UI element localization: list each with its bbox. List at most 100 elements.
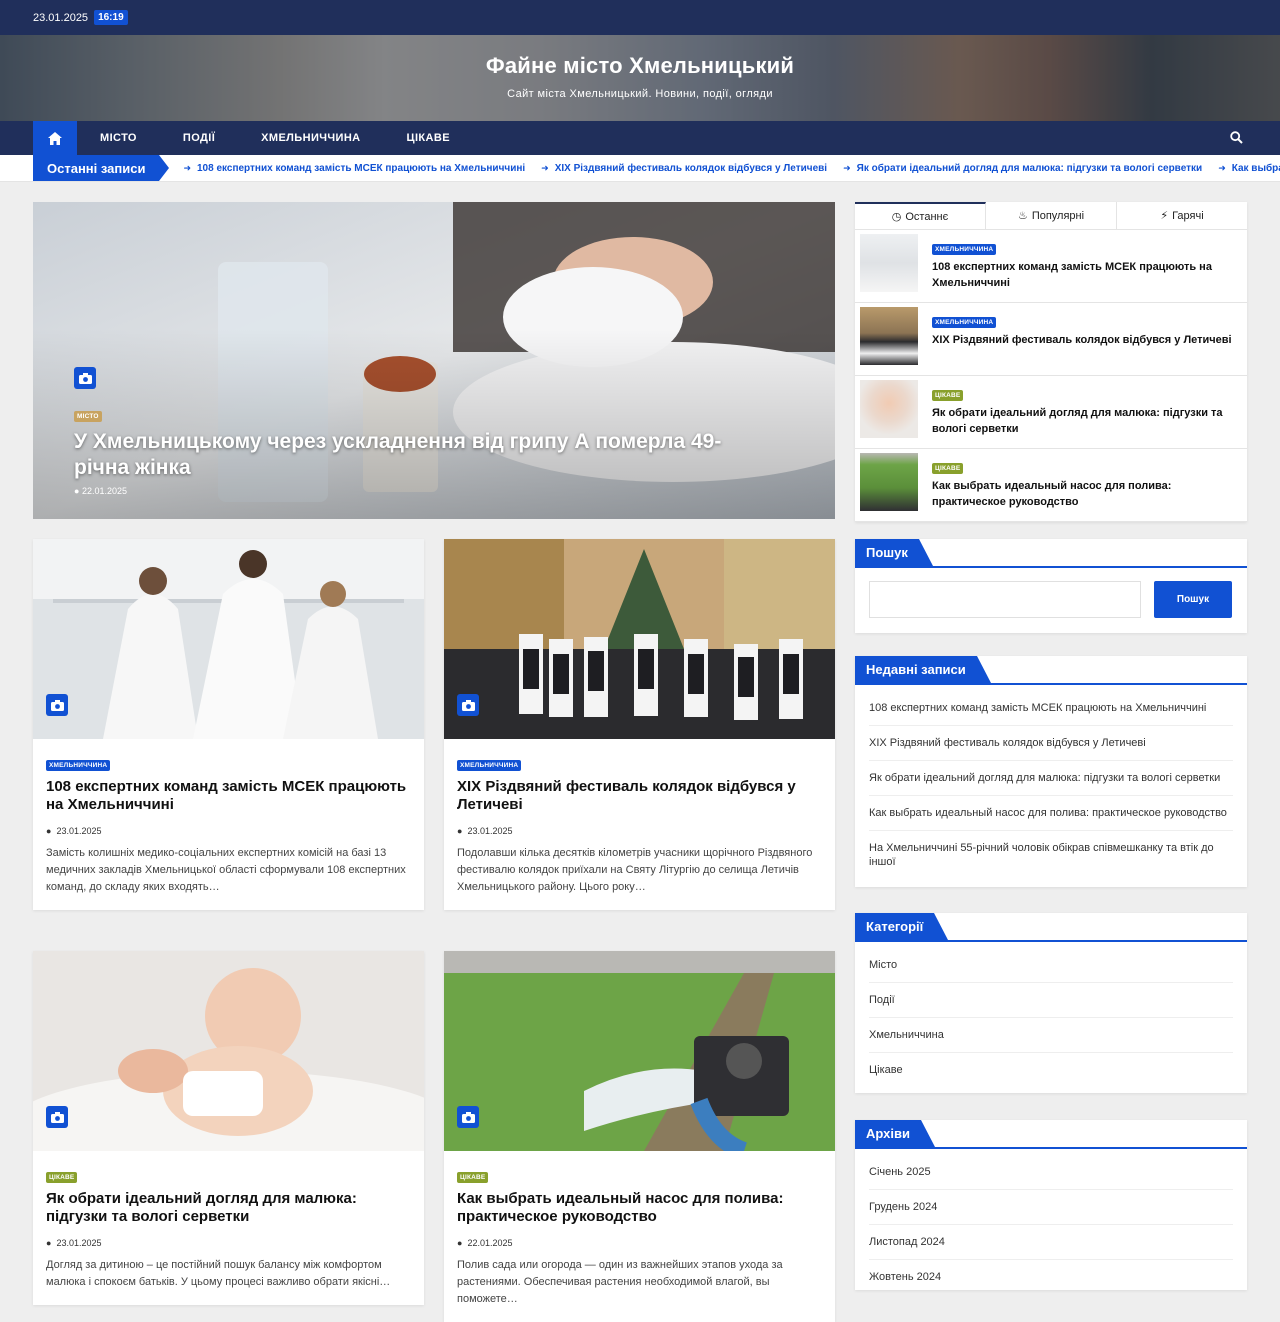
main-nav: МІСТО ПОДІЇ ХМЕЛЬНИЧЧИНА ЦІКАВЕ xyxy=(0,121,1280,155)
post-excerpt: Замість колишніх медико-соціальних експе… xyxy=(46,847,406,893)
main-content: МІСТО У Хмельницькому через ускладнення … xyxy=(33,202,835,1322)
post-thumbnail[interactable] xyxy=(860,380,918,438)
hero-category-badge[interactable]: МІСТО xyxy=(74,411,102,422)
current-time: 16:19 xyxy=(94,10,128,25)
tab-post-item[interactable]: ХМЕЛЬНИЧЧИНА XIX Різдвяний фестиваль коля… xyxy=(855,303,1247,376)
nav-item-tsikave[interactable]: ЦІКАВЕ xyxy=(384,132,473,144)
tab-post-item[interactable]: ХМЕЛЬНИЧЧИНА 108 експертних команд заміст… xyxy=(855,230,1247,303)
post-title[interactable]: 108 експертних команд замість МСЕК працю… xyxy=(932,259,1242,291)
ticker-item[interactable]: Як обрати ідеальний догляд для малюка: п… xyxy=(843,163,1203,174)
tab-latest[interactable]: ◷ Останнє xyxy=(855,202,986,229)
post-image[interactable] xyxy=(444,539,835,739)
recent-post-link[interactable]: 108 експертних команд замість МСЕК працю… xyxy=(869,691,1233,726)
nav-item-khmelnychchyna[interactable]: ХМЕЛЬНИЧЧИНА xyxy=(238,132,383,144)
post-image[interactable] xyxy=(33,539,424,739)
post-excerpt: Догляд за дитиною – це постійний пошук б… xyxy=(46,1259,391,1288)
recent-post-link[interactable]: Як обрати ідеальний догляд для малюка: п… xyxy=(869,761,1233,796)
clock-icon: ● xyxy=(457,826,463,836)
post-date-text: 23.01.2025 xyxy=(56,1238,102,1248)
current-date: 23.01.2025 xyxy=(33,11,89,24)
tab-hot[interactable]: ⚡ Гарячі xyxy=(1117,202,1247,229)
category-link[interactable]: Місто xyxy=(869,948,1233,983)
ticker-item[interactable]: Как выбрать иде xyxy=(1218,163,1280,174)
post-date: ● 23.01.2025 xyxy=(46,826,411,836)
post-title[interactable]: XIX Різдвяний фестиваль колядок відбувся… xyxy=(457,778,822,814)
categories-widget: Категорії Місто Події Хмельниччина Цікав… xyxy=(855,913,1247,1093)
post-image[interactable] xyxy=(33,951,424,1151)
clock-icon: ● xyxy=(46,826,52,836)
hero-title[interactable]: У Хмельницькому через ускладнення від гр… xyxy=(74,429,774,481)
featured-post[interactable]: МІСТО У Хмельницькому через ускладнення … xyxy=(33,202,835,519)
post-title[interactable]: XIX Різдвяний фестиваль колядок відбувся… xyxy=(932,332,1232,348)
post-title[interactable]: Как выбрать идеальный насос для полива: … xyxy=(457,1190,822,1226)
post-title[interactable]: Як обрати ідеальний догляд для малюка: п… xyxy=(46,1190,411,1226)
home-icon xyxy=(48,131,62,145)
clock-icon: ● xyxy=(74,486,80,496)
recent-post-link[interactable]: На Хмельниччині 55-річний чоловік обікра… xyxy=(869,831,1233,879)
post-category-badge[interactable]: ХМЕЛЬНИЧЧИНА xyxy=(932,244,997,255)
post-date-text: 23.01.2025 xyxy=(56,826,102,836)
posts-tabs: ◷ Останнє ♨ Популярні ⚡ Гарячі ХМЕЛЬНИЧЧ… xyxy=(855,202,1247,522)
home-button[interactable] xyxy=(33,121,77,155)
post-category-badge[interactable]: ЦІКАВЕ xyxy=(457,1172,489,1183)
post-card[interactable]: ЦІКАВЕ Как выбрать идеальный насос для п… xyxy=(444,951,835,1322)
camera-icon xyxy=(46,1106,68,1128)
site-header: Файне місто Хмельницький Сайт міста Хмел… xyxy=(0,35,1280,121)
tab-popular[interactable]: ♨ Популярні xyxy=(986,202,1117,229)
tab-post-item[interactable]: ЦІКАВЕ Як обрати ідеальний догляд для мал… xyxy=(855,376,1247,449)
archive-link[interactable]: Січень 2025 xyxy=(869,1155,1233,1190)
post-category-badge[interactable]: ЦІКАВЕ xyxy=(932,390,964,401)
archive-link[interactable]: Жовтень 2024 xyxy=(869,1260,1233,1290)
search-button[interactable]: Пошук xyxy=(1154,581,1232,618)
site-tagline: Сайт міста Хмельницький. Новини, події, … xyxy=(507,88,773,100)
post-card[interactable]: ХМЕЛЬНИЧЧИНА 108 експертних команд заміс… xyxy=(33,539,424,910)
post-title[interactable]: Як обрати ідеальний догляд для малюка: п… xyxy=(932,405,1242,437)
post-card[interactable]: ХМЕЛЬНИЧЧИНА XIX Різдвяний фестиваль кол… xyxy=(444,539,835,910)
post-card[interactable]: ЦІКАВЕ Як обрати ідеальний догляд для ма… xyxy=(33,951,424,1305)
recent-post-link[interactable]: Как выбрать идеальный насос для полива: … xyxy=(869,796,1233,831)
latest-ticker: Останні записи 108 експертних команд зам… xyxy=(0,155,1280,182)
post-image[interactable] xyxy=(444,951,835,1151)
post-category-badge[interactable]: ХМЕЛЬНИЧЧИНА xyxy=(457,760,522,771)
tab-post-item[interactable]: ЦІКАВЕ Как выбрать идеальный насос для по… xyxy=(855,449,1247,522)
camera-icon xyxy=(457,694,479,716)
post-title[interactable]: 108 експертних команд замість МСЕК працю… xyxy=(46,778,411,814)
post-title[interactable]: Как выбрать идеальный насос для полива: … xyxy=(932,478,1242,510)
search-icon[interactable] xyxy=(1230,131,1243,144)
bolt-icon: ⚡ xyxy=(1160,210,1169,222)
widget-title: Категорії xyxy=(855,913,949,940)
nav-item-podii[interactable]: ПОДІЇ xyxy=(160,132,238,144)
post-category-badge[interactable]: ЦІКАВЕ xyxy=(932,463,964,474)
post-date: ● 22.01.2025 xyxy=(457,1238,822,1248)
widget-title: Недавні записи xyxy=(855,656,991,683)
camera-icon xyxy=(74,367,96,389)
ticker-item[interactable]: XIX Різдвяний фестиваль колядок відбувся… xyxy=(541,163,827,174)
camera-icon xyxy=(457,1106,479,1128)
hero-date: ● 22.01.2025 xyxy=(74,486,127,496)
fire-icon: ♨ xyxy=(1017,210,1028,222)
post-date-text: 22.01.2025 xyxy=(467,1238,513,1248)
post-thumbnail[interactable] xyxy=(860,453,918,511)
post-thumbnail[interactable] xyxy=(860,307,918,365)
nav-item-misto[interactable]: МІСТО xyxy=(77,132,160,144)
post-excerpt: Полив сада или огорода — один из важнейш… xyxy=(457,1259,783,1305)
archive-link[interactable]: Листопад 2024 xyxy=(869,1225,1233,1260)
recent-posts-widget: Недавні записи 108 експертних команд зам… xyxy=(855,656,1247,887)
archive-link[interactable]: Грудень 2024 xyxy=(869,1190,1233,1225)
post-category-badge[interactable]: ХМЕЛЬНИЧЧИНА xyxy=(46,760,111,771)
post-thumbnail[interactable] xyxy=(860,234,918,292)
site-title[interactable]: Файне місто Хмельницький xyxy=(0,53,1280,79)
recent-post-link[interactable]: XIX Різдвяний фестиваль колядок відбувся… xyxy=(869,726,1233,761)
post-category-badge[interactable]: ХМЕЛЬНИЧЧИНА xyxy=(932,317,997,328)
search-input[interactable] xyxy=(869,581,1141,618)
tab-label: Останнє xyxy=(905,210,949,223)
category-link[interactable]: Події xyxy=(869,983,1233,1018)
post-excerpt: Подолавши кілька десятків кілометрів уча… xyxy=(457,847,813,893)
clock-icon: ◷ xyxy=(891,211,902,223)
tab-label: Гарячі xyxy=(1172,209,1204,222)
category-link[interactable]: Хмельниччина xyxy=(869,1018,1233,1053)
tab-label: Популярні xyxy=(1031,209,1085,222)
post-category-badge[interactable]: ЦІКАВЕ xyxy=(46,1172,78,1183)
ticker-item[interactable]: 108 експертних команд замість МСЕК працю… xyxy=(183,163,525,174)
category-link[interactable]: Цікаве xyxy=(869,1053,1233,1087)
